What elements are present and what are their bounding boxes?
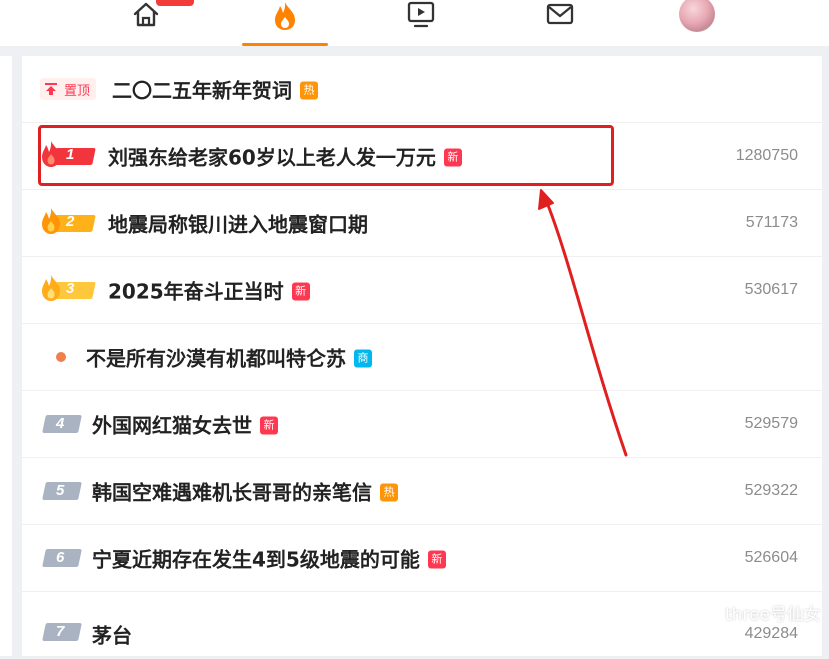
rank-badge-3: 3: [40, 275, 96, 302]
nav-hot[interactable]: [242, 0, 328, 46]
rank-badge-6: 6: [42, 549, 82, 567]
heat-count: 530617: [744, 281, 798, 298]
nav-home[interactable]: [120, 0, 172, 46]
table-row-promoted[interactable]: 不是所有沙漠有机都叫特仑苏商: [22, 324, 822, 391]
row-title-wrap: 宁夏近期存在发生4到5级地震的可能新: [92, 544, 446, 573]
pinned-title-wrap: 二〇二五年新年贺词热: [112, 75, 318, 104]
ad-tag: 商: [354, 349, 372, 367]
table-row[interactable]: 2 地震局称银川进入地震窗口期 571173: [22, 190, 822, 257]
avatar: [679, 0, 715, 32]
rank-badge-2: 2: [40, 208, 96, 235]
row-title[interactable]: 茅台: [92, 624, 132, 648]
hot-tag: 热: [380, 483, 398, 501]
rank-number: 4: [56, 415, 65, 432]
heat-count: 1280750: [735, 147, 798, 164]
row-title-wrap: 2025年奋斗正当时新: [108, 276, 310, 305]
new-tag: 新: [291, 282, 310, 300]
mail-icon: [546, 3, 574, 25]
heat-count: 571173: [745, 214, 798, 231]
rank-badge-4: 4: [42, 415, 82, 433]
row-title-wrap: 外国网红猫女去世新: [92, 410, 278, 439]
rank-number: 7: [56, 623, 65, 640]
table-row[interactable]: 4 外国网红猫女去世新 529579: [22, 391, 822, 458]
heat-count: 429284: [744, 625, 798, 642]
highlight-annotation: [38, 125, 614, 186]
pinned-row[interactable]: 置顶 二〇二五年新年贺词热: [22, 56, 822, 123]
flame-icon: [42, 275, 60, 301]
row-title[interactable]: 地震局称银川进入地震窗口期: [108, 213, 368, 237]
table-row[interactable]: 7 茅台 429284: [22, 592, 822, 659]
flame-icon: [42, 208, 60, 234]
watermark: three号仙女: [725, 605, 821, 625]
row-title-wrap: 茅台: [92, 620, 132, 649]
pinned-badge-label: 置顶: [64, 83, 91, 99]
row-title[interactable]: 不是所有沙漠有机都叫特仑苏: [86, 347, 346, 371]
hot-tag: 热: [300, 81, 318, 99]
row-title[interactable]: 宁夏近期存在发生4到5级地震的可能: [92, 548, 420, 572]
top-nav: [0, 0, 829, 46]
row-title[interactable]: 韩国空难遇难机长哥哥的亲笔信: [92, 481, 372, 505]
pinned-title[interactable]: 二〇二五年新年贺词: [112, 79, 292, 103]
heat-count: 529579: [744, 415, 798, 432]
rank-number: 5: [56, 482, 65, 499]
video-icon: [407, 1, 435, 28]
table-row[interactable]: 5 韩国空难遇难机长哥哥的亲笔信热 529322: [22, 458, 822, 525]
heat-count: 526604: [744, 549, 798, 566]
rank-number: 2: [66, 213, 75, 230]
nav-video[interactable]: [398, 0, 444, 46]
heat-count: 529322: [744, 482, 798, 499]
active-tab-indicator: [242, 43, 328, 46]
rank-badge-5: 5: [42, 482, 82, 500]
table-row[interactable]: 3 2025年奋斗正当时新 530617: [22, 257, 822, 324]
row-title-wrap: 地震局称银川进入地震窗口期: [108, 209, 368, 238]
left-panel: [0, 56, 12, 656]
pin-top-icon: [45, 83, 57, 95]
table-row[interactable]: 6 宁夏近期存在发生4到5级地震的可能新 526604: [22, 525, 822, 592]
row-title[interactable]: 2025年奋斗正当时: [108, 280, 284, 304]
row-title-wrap: 韩国空难遇难机长哥哥的亲笔信热: [92, 477, 398, 506]
pinned-badge: 置顶: [40, 78, 97, 100]
bullet-dot: [56, 352, 66, 362]
row-title-wrap: 不是所有沙漠有机都叫特仑苏商: [86, 343, 372, 372]
new-tag: 新: [427, 550, 446, 568]
new-tag: 新: [260, 416, 278, 434]
nav-profile[interactable]: [672, 0, 722, 46]
rank-badge-7: 7: [42, 623, 82, 641]
row-title[interactable]: 外国网红猫女去世: [92, 414, 252, 438]
rank-number: 3: [66, 280, 75, 297]
rank-number: 6: [56, 549, 65, 566]
notification-badge: [156, 0, 194, 6]
nav-messages[interactable]: [535, 0, 585, 46]
flame-icon: [275, 2, 295, 30]
